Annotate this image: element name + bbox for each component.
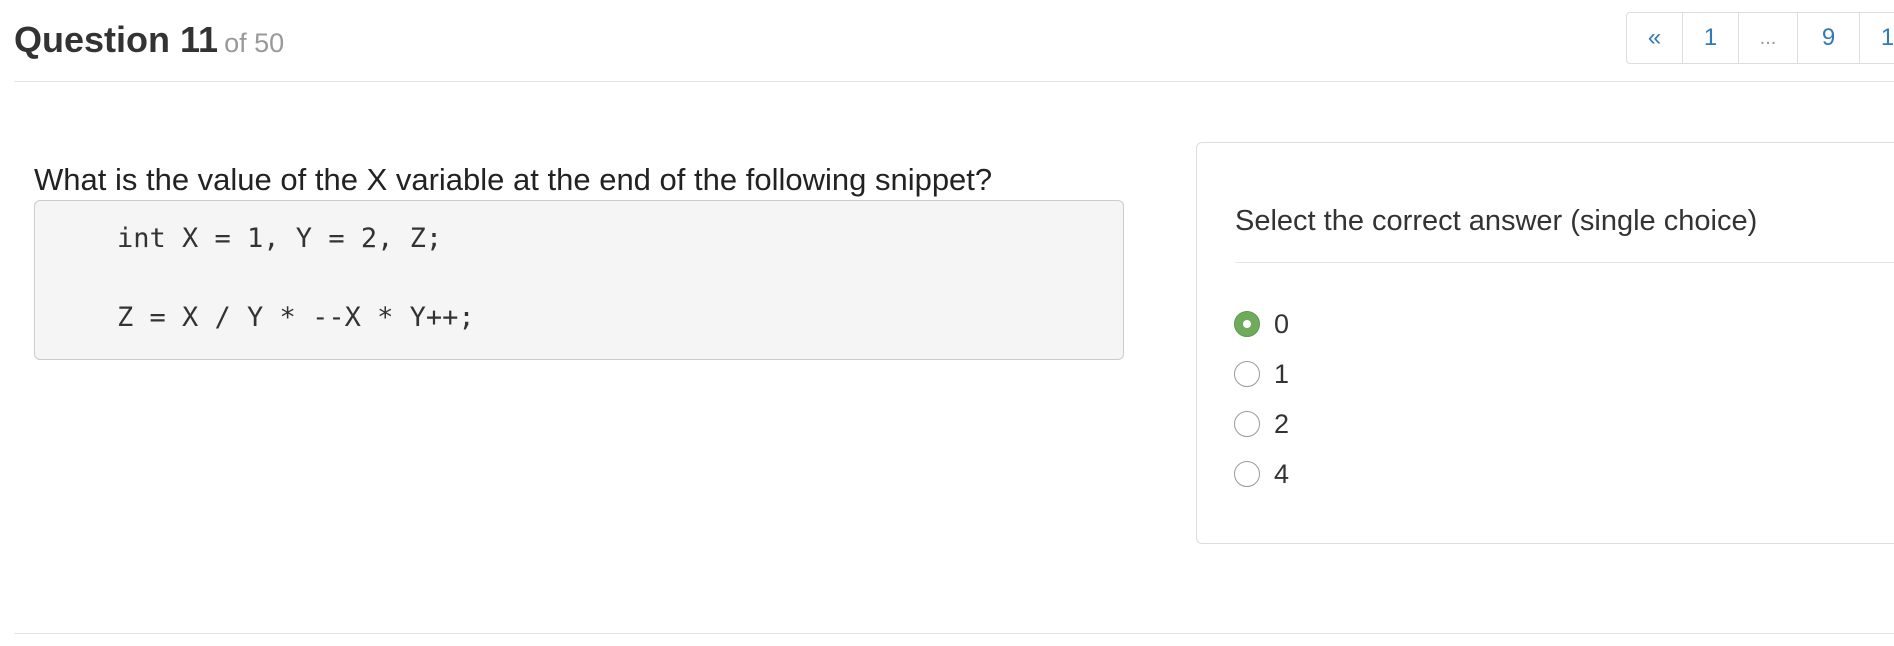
radio-selected-icon[interactable] [1234,311,1260,337]
question-header: Question 11 of 50 [14,0,1894,82]
page-9-button[interactable]: 9 [1798,13,1860,63]
footer-divider [14,633,1894,634]
answer-instructions: Select the correct answer (single choice… [1235,205,1758,237]
answer-option-0[interactable]: 0 [1234,309,1289,339]
radio-icon[interactable] [1234,411,1260,437]
code-line: Z = X / Y * --X * Y++; [117,302,475,333]
answer-option-3[interactable]: 4 [1234,459,1289,489]
answer-option-label: 2 [1274,408,1290,439]
question-number: Question 11 [14,19,219,60]
page-ellipsis[interactable]: ... [1739,13,1798,63]
radio-icon[interactable] [1234,361,1260,387]
page-next-number-button[interactable]: 1 [1860,13,1894,63]
question-title: Question 11 of 50 [14,19,284,61]
code-line: int X = 1, Y = 2, Z; [117,223,443,254]
answer-option-1[interactable]: 1 [1234,359,1289,389]
page-1-button[interactable]: 1 [1683,13,1739,63]
answer-option-label: 1 [1274,358,1290,389]
code-snippet: int X = 1, Y = 2, Z; Z = X / Y * --X * Y… [34,200,1124,360]
divider [1235,262,1894,263]
answer-panel: Select the correct answer (single choice… [1196,142,1894,544]
question-pagination: « 1 ... 9 1 [1626,12,1894,64]
answer-option-label: 4 [1274,458,1290,489]
answer-option-label: 0 [1274,308,1290,339]
radio-icon[interactable] [1234,461,1260,487]
prev-page-button[interactable]: « [1627,13,1683,63]
question-total: of 50 [224,28,285,58]
answer-option-2[interactable]: 2 [1234,409,1289,439]
question-text: What is the value of the X variable at t… [34,162,993,197]
